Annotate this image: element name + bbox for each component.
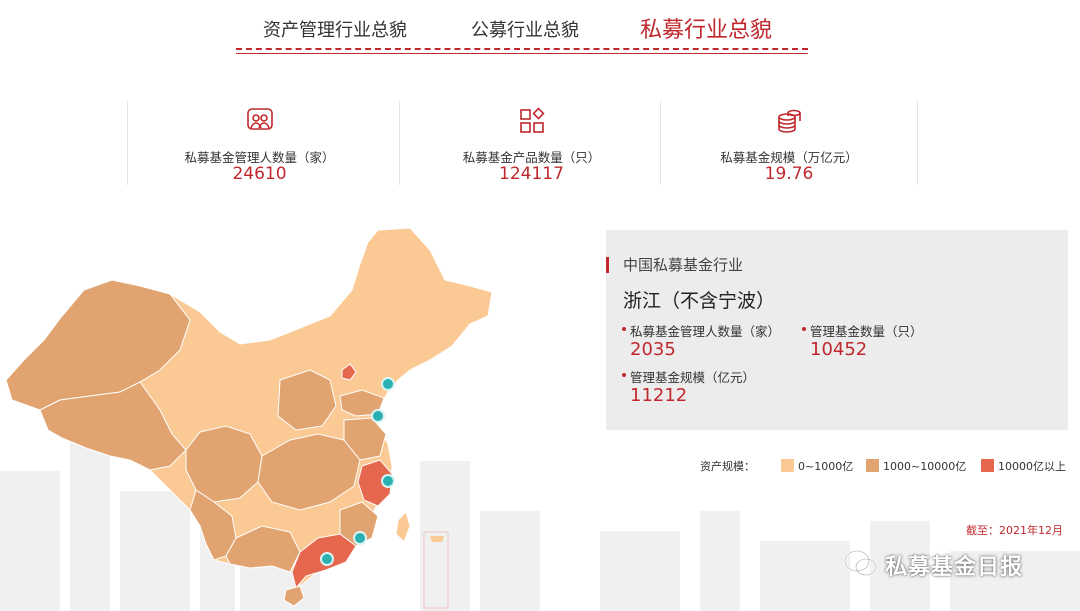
bullet-dot xyxy=(622,373,626,377)
region-info-panel: 中国私募基金行业 浙江（不含宁波） 私募基金管理人数量（家） 2035 管理基金… xyxy=(606,230,1068,430)
metric-value: 11212 xyxy=(630,385,688,406)
map-marker-xiamen[interactable] xyxy=(353,531,367,545)
map-marker-dalian[interactable] xyxy=(381,377,395,391)
wechat-icon xyxy=(843,549,878,577)
stat-scale: 私募基金规模（万亿元） 19.76 xyxy=(660,101,918,185)
metric-value: 10452 xyxy=(810,339,868,360)
metric-label: 管理基金数量（只） xyxy=(810,324,923,339)
metric-value: 2035 xyxy=(630,339,676,360)
as-of-date: 截至：2021年12月 xyxy=(966,524,1063,537)
tab-public-funds[interactable]: 公募行业总貌 xyxy=(471,16,579,42)
map-region-hainan[interactable] xyxy=(283,585,305,607)
legend-title: 资产规模： xyxy=(700,460,755,473)
legend-swatch xyxy=(981,459,994,472)
metric-label: 管理基金规模（亿元） xyxy=(630,370,756,385)
map-marker-qingdao[interactable] xyxy=(371,409,385,423)
bullet-dot xyxy=(802,327,806,331)
legend-label: 0~1000亿 xyxy=(798,460,854,473)
stat-managers: 私募基金管理人数量（家） 24610 xyxy=(127,101,391,185)
map-marker-shenzhen[interactable] xyxy=(320,552,334,566)
watermark-text: 私募基金日报 xyxy=(885,555,1024,580)
tab-bar: 资产管理行业总貌 公募行业总貌 私募行业总貌 xyxy=(236,8,808,54)
tab-private-funds[interactable]: 私募行业总貌 xyxy=(640,12,772,44)
summary-stats: 私募基金管理人数量（家） 24610 私募基金产品数量（只） 124117 私募… xyxy=(127,101,919,185)
metric-label: 私募基金管理人数量（家） xyxy=(630,324,781,339)
bullet-dot xyxy=(622,327,626,331)
stat-value: 24610 xyxy=(232,164,287,184)
china-province-map[interactable] xyxy=(0,220,600,611)
stat-value: 124117 xyxy=(499,164,564,184)
people-icon xyxy=(246,108,273,130)
panel-subtitle: 中国私募基金行业 xyxy=(623,256,744,274)
south-china-sea-inset xyxy=(423,531,449,609)
stat-products: 私募基金产品数量（只） 124117 xyxy=(399,101,663,185)
map-region-taiwan[interactable] xyxy=(395,511,411,543)
coin-stack-icon xyxy=(778,109,801,133)
tab-underline-divider xyxy=(236,48,808,54)
map-legend: 资产规模： 0~1000亿 1000~10000亿 10000亿以上 xyxy=(700,456,1080,476)
legend-swatch xyxy=(866,459,879,472)
map-marker-ningbo[interactable] xyxy=(381,474,395,488)
legend-label: 10000亿以上 xyxy=(998,460,1066,473)
products-grid-icon xyxy=(519,107,545,133)
stat-value: 19.76 xyxy=(764,164,814,184)
tab-asset-management[interactable]: 资产管理行业总貌 xyxy=(263,16,407,42)
legend-swatch xyxy=(781,459,794,472)
panel-region-name: 浙江（不含宁波） xyxy=(623,290,776,312)
panel-accent-bar xyxy=(606,257,609,273)
legend-label: 1000~10000亿 xyxy=(883,460,967,473)
